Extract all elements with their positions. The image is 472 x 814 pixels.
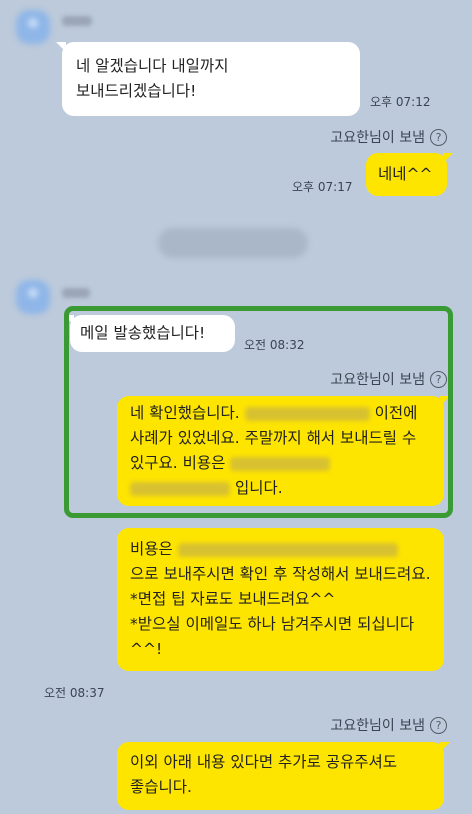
message-time: 오후 07:17 — [292, 180, 353, 194]
message-bubble-sent[interactable]: 네 확인했습니다. 이전에 사례가 있었네요. 주말까지 해서 보내드릴 수 있… — [117, 396, 450, 506]
avatar[interactable] — [16, 280, 50, 314]
help-circle-icon[interactable]: ? — [430, 370, 447, 388]
message-text: *면접 팁 자료도 보내드려요^^ — [130, 590, 336, 608]
message-bubble-sent[interactable]: 비용은 으로 보내주시면 확인 후 작성해서 보내드려요. *면접 팁 자료도 … — [117, 528, 444, 671]
redacted-text — [244, 406, 370, 421]
help-circle-icon[interactable]: ? — [430, 128, 447, 146]
sent-by-label: 고요한님이 보냄 — [330, 372, 425, 388]
message-bubble-sent[interactable]: 네네^^ — [366, 153, 453, 196]
message-text: 으로 보내주시면 확인 후 작성해서 보내드려요. — [130, 565, 431, 583]
message-text: 비용은 — [130, 540, 173, 558]
sent-by-note: 고요한님이 보냄 ? — [330, 715, 447, 735]
message-text: 입니다. — [234, 479, 283, 497]
avatar[interactable] — [16, 10, 50, 44]
message-text: 메일 발송했습니다! — [80, 324, 206, 342]
date-divider-redacted — [158, 228, 308, 258]
redacted-text — [230, 456, 331, 471]
message-bubble-received[interactable]: 네 알겠습니다 내일까지 보내드리겠습니다! — [56, 42, 360, 116]
message-bubble-received[interactable]: 메일 발송했습니다! — [64, 315, 235, 352]
message-text: 이외 아래 내용 있다면 추가로 공유주셔도 좋습니다. — [130, 753, 398, 796]
sent-by-note: 고요한님이 보냄 ? — [330, 127, 447, 147]
message-time: 오전 08:32 — [244, 338, 305, 352]
sent-by-label: 고요한님이 보냄 — [330, 130, 425, 146]
help-circle-icon[interactable]: ? — [430, 716, 447, 734]
message-text: 네 알겠습니다 내일까지 보내드리겠습니다! — [76, 57, 229, 100]
sent-by-note: 고요한님이 보냄 ? — [330, 369, 447, 389]
message-text: *받으실 이메일도 하나 남겨주시면 되십니다^^! — [130, 615, 415, 658]
message-bubble-sent[interactable]: 이외 아래 내용 있다면 추가로 공유주셔도 좋습니다. — [117, 742, 450, 810]
sender-name-redacted — [62, 16, 92, 26]
message-time: 오후 07:12 — [370, 95, 431, 109]
sent-by-label: 고요한님이 보냄 — [330, 718, 425, 734]
message-text: 네네^^ — [378, 165, 433, 183]
sender-name-redacted — [62, 288, 90, 298]
message-time: 오전 08:37 — [44, 686, 105, 700]
redacted-text — [130, 481, 230, 496]
redacted-text — [177, 542, 398, 557]
message-text: 네 확인했습니다. — [130, 404, 240, 422]
